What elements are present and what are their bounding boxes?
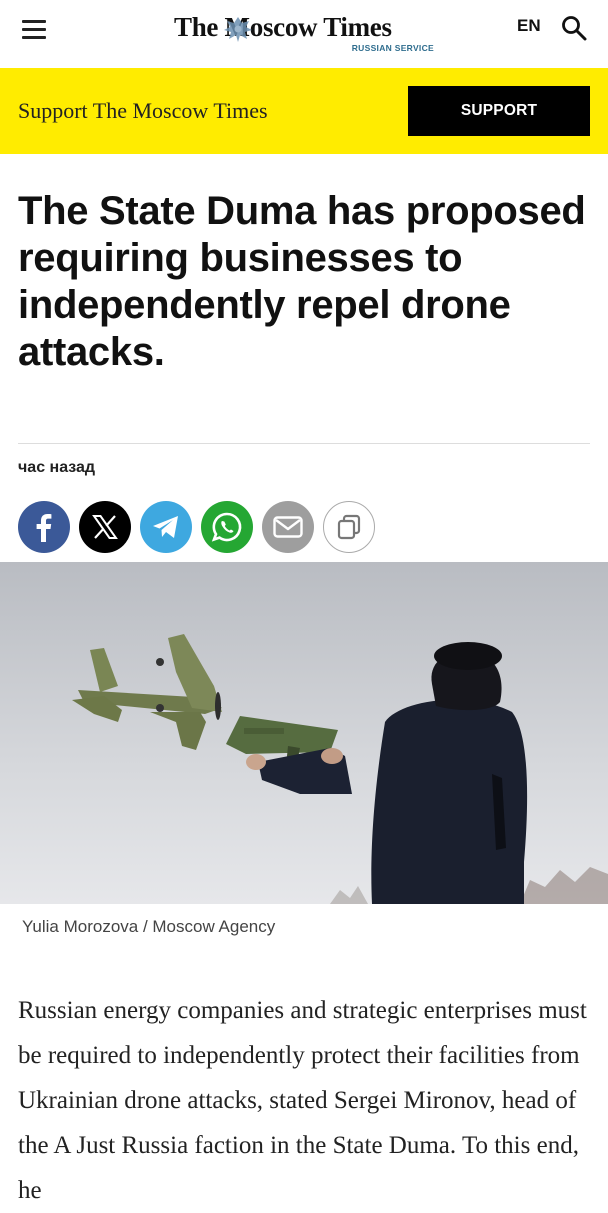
hamburger-menu-icon[interactable]: [20, 16, 50, 42]
share-facebook-button[interactable]: [18, 501, 70, 553]
copy-link-button[interactable]: [323, 501, 375, 553]
eagle-emblem-icon: [224, 17, 252, 42]
logo-title: The Moscow Times: [174, 12, 392, 42]
whatsapp-icon: [211, 512, 242, 542]
top-bar: The Moscow Times RUSSIAN SERVICE EN: [0, 0, 608, 68]
telegram-icon: [153, 516, 178, 538]
copy-link-icon: [337, 514, 361, 540]
support-button[interactable]: SUPPORT: [408, 86, 590, 136]
share-x-button[interactable]: [79, 501, 131, 553]
divider: [18, 443, 590, 444]
language-switch[interactable]: EN: [517, 16, 541, 36]
x-icon: [92, 515, 118, 539]
support-banner: Support The Moscow Times SUPPORT: [0, 68, 608, 154]
share-whatsapp-button[interactable]: [201, 501, 253, 553]
share-email-button[interactable]: [262, 501, 314, 553]
email-icon: [273, 516, 303, 538]
search-icon[interactable]: [560, 14, 588, 42]
support-banner-text: Support The Moscow Times: [18, 98, 268, 123]
article-body: Russian energy companies and strategic e…: [18, 997, 587, 1204]
publish-time: час назад: [18, 459, 96, 476]
article-headline: The State Duma has proposed requiring bu…: [18, 189, 586, 374]
facebook-icon: [36, 514, 52, 542]
site-logo[interactable]: The Moscow Times RUSSIAN SERVICE: [170, 12, 440, 56]
article-photo: [0, 562, 608, 904]
share-telegram-button[interactable]: [140, 501, 192, 553]
photo-caption: Yulia Morozova / Moscow Agency: [22, 917, 276, 936]
logo-subtitle: RUSSIAN SERVICE: [351, 43, 434, 53]
